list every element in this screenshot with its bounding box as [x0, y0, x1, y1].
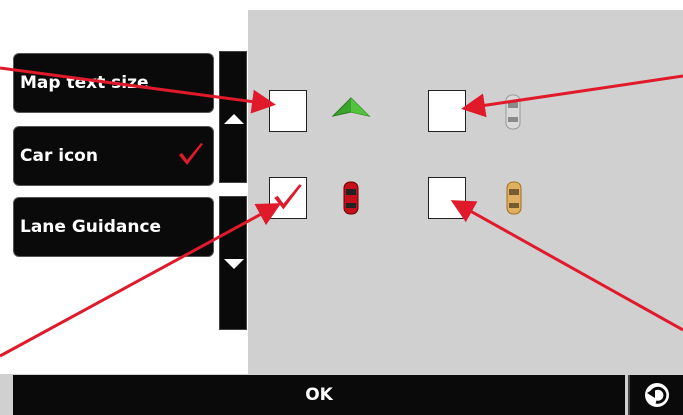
menu-item-map-text-size[interactable]: Map text size: [13, 53, 214, 113]
menu-item-label: Map text size: [20, 73, 149, 93]
gold-car-icon: [506, 181, 522, 215]
menu-item-car-icon[interactable]: Car icon: [13, 126, 214, 186]
menu-item-lane-guidance[interactable]: Lane Guidance: [13, 197, 214, 257]
menu-item-label: Lane Guidance: [20, 217, 162, 237]
green-arrow-icon: [331, 97, 371, 117]
up-arrow-icon: [224, 114, 244, 124]
option-checkbox-gold-car[interactable]: [428, 177, 466, 219]
ok-button-label: OK: [305, 385, 333, 405]
option-checkbox-green-arrow[interactable]: [269, 90, 307, 132]
down-arrow-icon: [224, 259, 244, 269]
scroll-down-button[interactable]: [219, 196, 247, 330]
scroll-up-button[interactable]: [219, 51, 247, 183]
checkmark-icon: [274, 184, 302, 210]
option-checkbox-red-car[interactable]: [269, 177, 307, 219]
checkmark-icon: [179, 143, 203, 165]
back-arrow-icon: [644, 383, 669, 407]
menu-item-label: Car icon: [20, 146, 98, 166]
ok-button[interactable]: OK: [13, 375, 625, 415]
back-button[interactable]: [628, 375, 683, 415]
silver-car-icon: [505, 94, 521, 130]
red-car-icon: [343, 181, 359, 215]
option-checkbox-silver-car[interactable]: [428, 90, 466, 132]
